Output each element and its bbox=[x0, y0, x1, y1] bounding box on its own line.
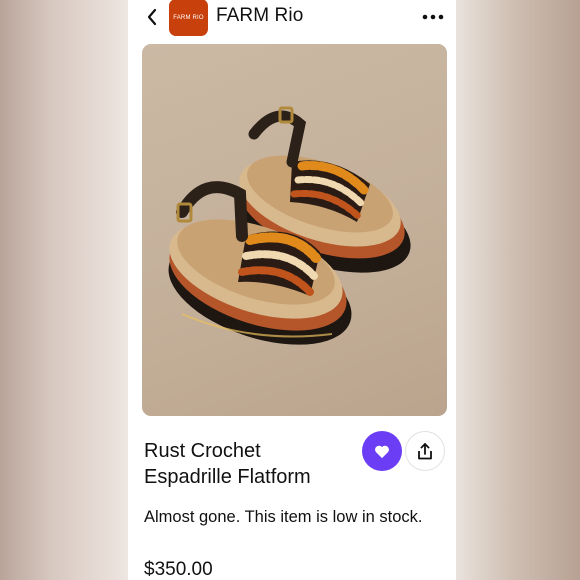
heart-icon bbox=[375, 445, 389, 458]
share-icon bbox=[418, 442, 432, 459]
favorite-button[interactable] bbox=[362, 431, 402, 471]
store-logo[interactable]: FARM RIO bbox=[169, 0, 208, 36]
back-button[interactable] bbox=[142, 6, 162, 28]
background-blur-left bbox=[0, 0, 128, 580]
product-image[interactable] bbox=[142, 44, 447, 416]
product-title-line-1: Rust Crochet bbox=[144, 440, 261, 462]
product-price: $350.00 bbox=[144, 559, 213, 580]
store-name[interactable]: FARM Rio bbox=[216, 5, 303, 27]
product-title-line-2: Espadrille Flatform bbox=[144, 466, 311, 488]
top-bar: FARM RIO FARM Rio bbox=[128, 0, 456, 36]
background-blur-right bbox=[456, 0, 580, 580]
share-button[interactable] bbox=[405, 431, 445, 471]
stock-status: Almost gone. This item is low in stock. bbox=[144, 508, 423, 526]
chevron-left-icon bbox=[147, 8, 157, 26]
more-horizontal-icon bbox=[422, 14, 444, 20]
more-options-button[interactable] bbox=[421, 10, 445, 24]
app-screen: FARM RIO FARM Rio Rust Crochet Espadrill… bbox=[128, 0, 456, 580]
sandals-illustration bbox=[168, 106, 411, 345]
store-logo-text: FARM RIO bbox=[173, 14, 204, 21]
product-title: Rust Crochet Espadrille Flatform bbox=[144, 438, 354, 490]
